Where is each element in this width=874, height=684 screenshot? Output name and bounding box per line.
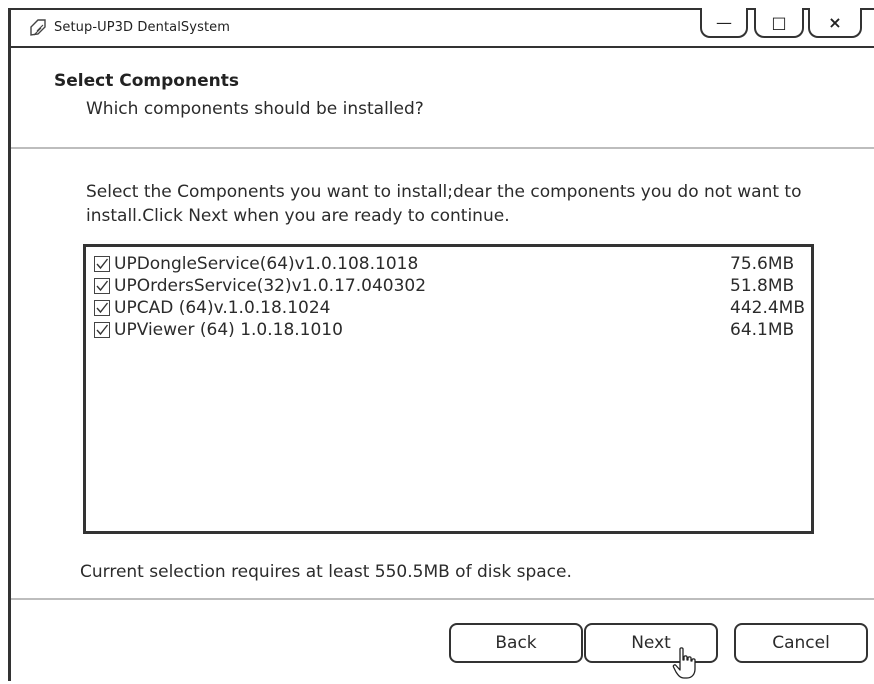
list-item[interactable]: UPCAD (64)v.1.0.18.1024 442.4MB [94, 297, 812, 319]
maximize-icon: □ [771, 12, 787, 32]
checkmark-icon [96, 302, 109, 314]
maximize-button[interactable]: □ [754, 8, 804, 38]
cancel-button[interactable]: Cancel [734, 623, 868, 663]
footer-divider [11, 598, 874, 600]
component-checkbox[interactable] [94, 256, 110, 272]
minimize-icon: — [716, 12, 732, 32]
component-name: UPDongleService(64)v1.0.108.1018 [114, 254, 419, 274]
component-size: 64.1MB [730, 320, 795, 340]
checkmark-icon [96, 280, 109, 292]
app-logo-icon [28, 18, 48, 38]
checkmark-icon [96, 258, 109, 270]
components-list[interactable]: UPDongleService(64)v1.0.108.1018 75.6MB … [83, 244, 814, 534]
close-icon: × [828, 12, 842, 32]
title-bar[interactable]: Setup-UP3D DentalSystem — □ × [11, 8, 874, 48]
checkmark-icon [96, 324, 109, 336]
back-button[interactable]: Back [449, 623, 583, 663]
hand-pointer-icon [672, 646, 698, 680]
disk-space-text: Current selection requires at least 550.… [80, 562, 572, 582]
component-checkbox[interactable] [94, 278, 110, 294]
component-checkbox[interactable] [94, 300, 110, 316]
component-size: 442.4MB [730, 298, 805, 318]
list-item[interactable]: UPDongleService(64)v1.0.108.1018 75.6MB [94, 253, 812, 275]
component-name: UPCAD (64)v.1.0.18.1024 [114, 298, 331, 318]
minimize-button[interactable]: — [700, 8, 748, 38]
component-size: 75.6MB [730, 254, 795, 274]
page-title: Select Components [54, 71, 239, 91]
component-size: 51.8MB [730, 276, 795, 296]
page-header: Select Components Which components shoul… [11, 46, 874, 149]
close-button[interactable]: × [808, 8, 862, 38]
component-name: UPOrdersService(32)v1.0.17.040302 [114, 276, 427, 296]
page-subtitle: Which components should be installed? [86, 99, 424, 119]
instructions-text: Select the Components you want to instal… [86, 182, 802, 226]
list-item[interactable]: UPOrdersService(32)v1.0.17.040302 51.8MB [94, 275, 812, 297]
component-name: UPViewer (64) 1.0.18.1010 [114, 320, 343, 340]
component-checkbox[interactable] [94, 322, 110, 338]
window-title: Setup-UP3D DentalSystem [54, 20, 230, 35]
list-item[interactable]: UPViewer (64) 1.0.18.1010 64.1MB [94, 319, 812, 341]
